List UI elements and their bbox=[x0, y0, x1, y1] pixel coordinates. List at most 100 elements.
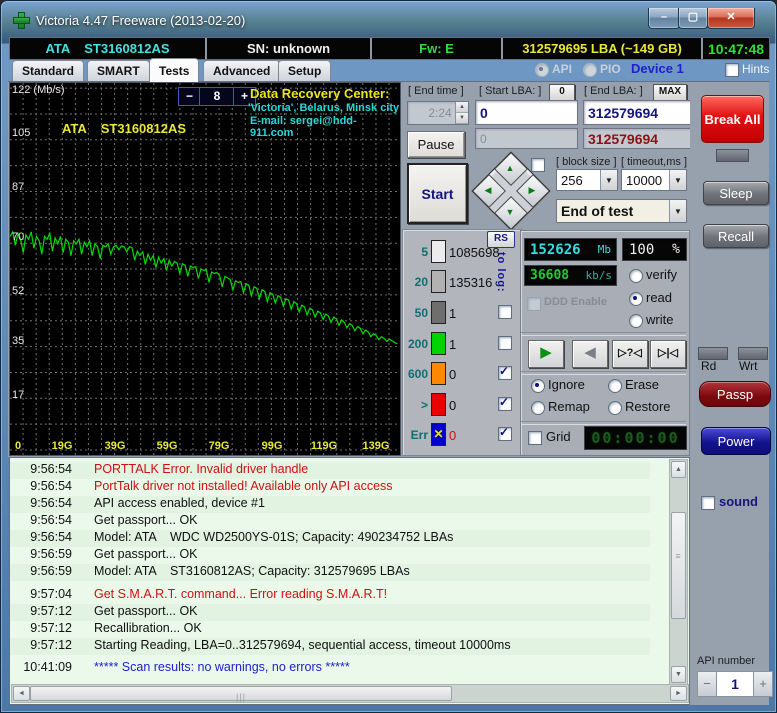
sound-checkbox[interactable] bbox=[701, 496, 715, 510]
scroll-up-icon[interactable]: ▲ bbox=[671, 461, 686, 478]
close-button[interactable]: ✕ bbox=[707, 8, 755, 29]
log-message: Get passport... OK bbox=[94, 513, 198, 527]
end-action-select[interactable]: End of test ▼ bbox=[556, 199, 687, 223]
start-button[interactable]: Start bbox=[407, 163, 468, 224]
percent-unit: % bbox=[672, 242, 680, 257]
legend-count-50: 1 bbox=[449, 306, 457, 321]
x-tick-19g: 19G bbox=[51, 440, 73, 452]
sleep-button[interactable]: Sleep bbox=[703, 181, 769, 205]
write-radio[interactable] bbox=[629, 314, 643, 328]
log-50-checkbox[interactable] bbox=[498, 305, 512, 319]
drive-serial: SN: unknown bbox=[207, 38, 372, 59]
graph-zoom-out-button[interactable]: − bbox=[178, 87, 201, 106]
watermark-city: 'Victoria', Belarus, Minsk city bbox=[248, 102, 400, 114]
y-tick-105: 105 bbox=[12, 127, 31, 139]
log-time: 9:57:12 bbox=[30, 604, 72, 618]
log-vertical-scrollbar[interactable]: ▲ ≡ ▼ bbox=[669, 459, 688, 685]
end-time-spinner[interactable]: 2:24 ▲ ▼ bbox=[407, 101, 469, 125]
tab-advanced[interactable]: Advanced bbox=[203, 60, 281, 82]
end-lba-max-button[interactable]: MAX bbox=[653, 84, 687, 101]
end-lba-input[interactable]: 312579694 bbox=[583, 100, 692, 125]
pause-button[interactable]: Pause bbox=[407, 131, 465, 158]
log-message: Model: ATA WDC WD2500YS-01S; Capacity: 4… bbox=[94, 530, 454, 544]
seek-down-icon: ▼ bbox=[505, 207, 515, 217]
log-err-checkbox[interactable] bbox=[498, 425, 512, 441]
scroll-right-icon[interactable]: ► bbox=[670, 686, 687, 701]
scroll-left-icon[interactable]: ◄ bbox=[13, 686, 30, 701]
api-number-plus-button[interactable]: + bbox=[753, 671, 773, 697]
tab-smart[interactable]: SMART bbox=[87, 60, 150, 82]
remap-radio[interactable] bbox=[531, 401, 545, 415]
read-radio-label: read bbox=[646, 290, 673, 305]
erase-radio[interactable] bbox=[608, 379, 622, 393]
hints-checkbox[interactable] bbox=[725, 63, 739, 77]
verify-radio-label: verify bbox=[646, 267, 678, 282]
pio-radio[interactable] bbox=[583, 63, 597, 77]
seek-error-button[interactable]: ▷?◁ bbox=[612, 340, 648, 368]
api-number-minus-button[interactable]: − bbox=[697, 671, 717, 697]
y-tick-87: 87 bbox=[12, 181, 25, 193]
y-axis-top-label: 122 (Mb/s) bbox=[12, 84, 65, 96]
legend-swatch-err: ✕ bbox=[431, 423, 446, 446]
scroll-down-icon[interactable]: ▼ bbox=[671, 666, 686, 683]
step-back-button[interactable]: ◀ bbox=[572, 340, 608, 368]
ddd-enable-checkbox[interactable] bbox=[527, 297, 541, 311]
x-tick-79g: 79G bbox=[208, 440, 230, 452]
vertical-scroll-thumb[interactable]: ≡ bbox=[671, 512, 686, 619]
ignore-radio-label: Ignore bbox=[548, 377, 585, 392]
remaining-lba-display: 312579694 bbox=[583, 128, 692, 149]
hints-checkbox-label: Hints bbox=[742, 62, 770, 76]
window-title: Victoria 4.47 Freeware (2013-02-20) bbox=[36, 13, 246, 28]
minimize-button[interactable]: – bbox=[648, 8, 680, 29]
log-over-checkbox[interactable] bbox=[498, 395, 512, 411]
log-row: 9:56:59 Get passport... OK bbox=[10, 547, 650, 564]
block-size-dropdown-icon[interactable]: ▼ bbox=[600, 170, 617, 190]
block-size-select[interactable]: 256 ▼ bbox=[556, 169, 618, 191]
end-action-dropdown-icon[interactable]: ▼ bbox=[669, 200, 686, 222]
power-button[interactable]: Power bbox=[701, 427, 771, 455]
app-icon bbox=[13, 12, 30, 29]
log-area[interactable]: 9:56:54 PORTTALK Error. Invalid driver ha… bbox=[9, 457, 690, 705]
seek-left-icon: ◀ bbox=[484, 185, 492, 195]
tab-standard[interactable]: Standard bbox=[12, 60, 85, 82]
y-tick-70: 70 bbox=[12, 231, 25, 243]
start-lba-zero-button[interactable]: 0 bbox=[549, 84, 575, 101]
timeout-select[interactable]: 10000 ▼ bbox=[621, 169, 687, 191]
api-number-label: API number bbox=[697, 655, 756, 667]
end-time-value: 2:24 bbox=[428, 106, 452, 120]
processed-mb-unit: Mb bbox=[597, 243, 611, 256]
api-radio[interactable] bbox=[535, 63, 549, 77]
graph-zoom-value: 8 bbox=[199, 87, 235, 106]
log-message: Get passport... OK bbox=[94, 547, 198, 561]
break-all-button[interactable]: Break All bbox=[701, 95, 764, 143]
timeout-dropdown-icon[interactable]: ▼ bbox=[669, 170, 686, 190]
speed-value: 36608 bbox=[530, 268, 570, 283]
start-lba-input[interactable]: 0 bbox=[475, 100, 578, 125]
log-horizontal-scrollbar[interactable]: ◄ ||| ► bbox=[11, 684, 689, 703]
tab-setup[interactable]: Setup bbox=[278, 60, 332, 82]
end-time-label: [ End time ] bbox=[408, 85, 464, 97]
verify-radio[interactable] bbox=[629, 269, 643, 283]
log-row: 9:57:04 Get S.M.A.R.T. command... Error r… bbox=[10, 587, 650, 604]
speed-display: 36608 kb/s bbox=[524, 265, 617, 286]
legend-threshold-over: > bbox=[420, 398, 428, 412]
read-radio[interactable] bbox=[629, 292, 643, 306]
seek-option-checkbox[interactable] bbox=[531, 158, 545, 172]
play-button[interactable]: ▶ bbox=[528, 340, 564, 368]
recall-button[interactable]: Recall bbox=[703, 224, 769, 248]
passp-button[interactable]: Passp bbox=[699, 381, 771, 407]
restore-radio[interactable] bbox=[608, 401, 622, 415]
maximize-button[interactable]: ▢ bbox=[678, 8, 708, 29]
log-row: 9:56:54 PortTalk driver not installed! Av… bbox=[10, 479, 650, 496]
seek-end-button[interactable]: ▷|◁ bbox=[650, 340, 686, 368]
legend-count-5: 1085698 bbox=[449, 245, 500, 260]
end-time-spin-arrows[interactable]: ▲ ▼ bbox=[455, 102, 468, 124]
write-radio-label: write bbox=[646, 312, 674, 327]
tab-tests[interactable]: Tests bbox=[149, 58, 200, 82]
ignore-radio[interactable] bbox=[531, 379, 545, 393]
log-600-checkbox[interactable] bbox=[498, 364, 512, 380]
horizontal-scroll-thumb[interactable]: ||| bbox=[30, 686, 452, 702]
grid-checkbox[interactable] bbox=[528, 431, 542, 445]
log-message: PortTalk driver not installed! Available… bbox=[94, 479, 393, 493]
log-200-checkbox[interactable] bbox=[498, 336, 512, 350]
